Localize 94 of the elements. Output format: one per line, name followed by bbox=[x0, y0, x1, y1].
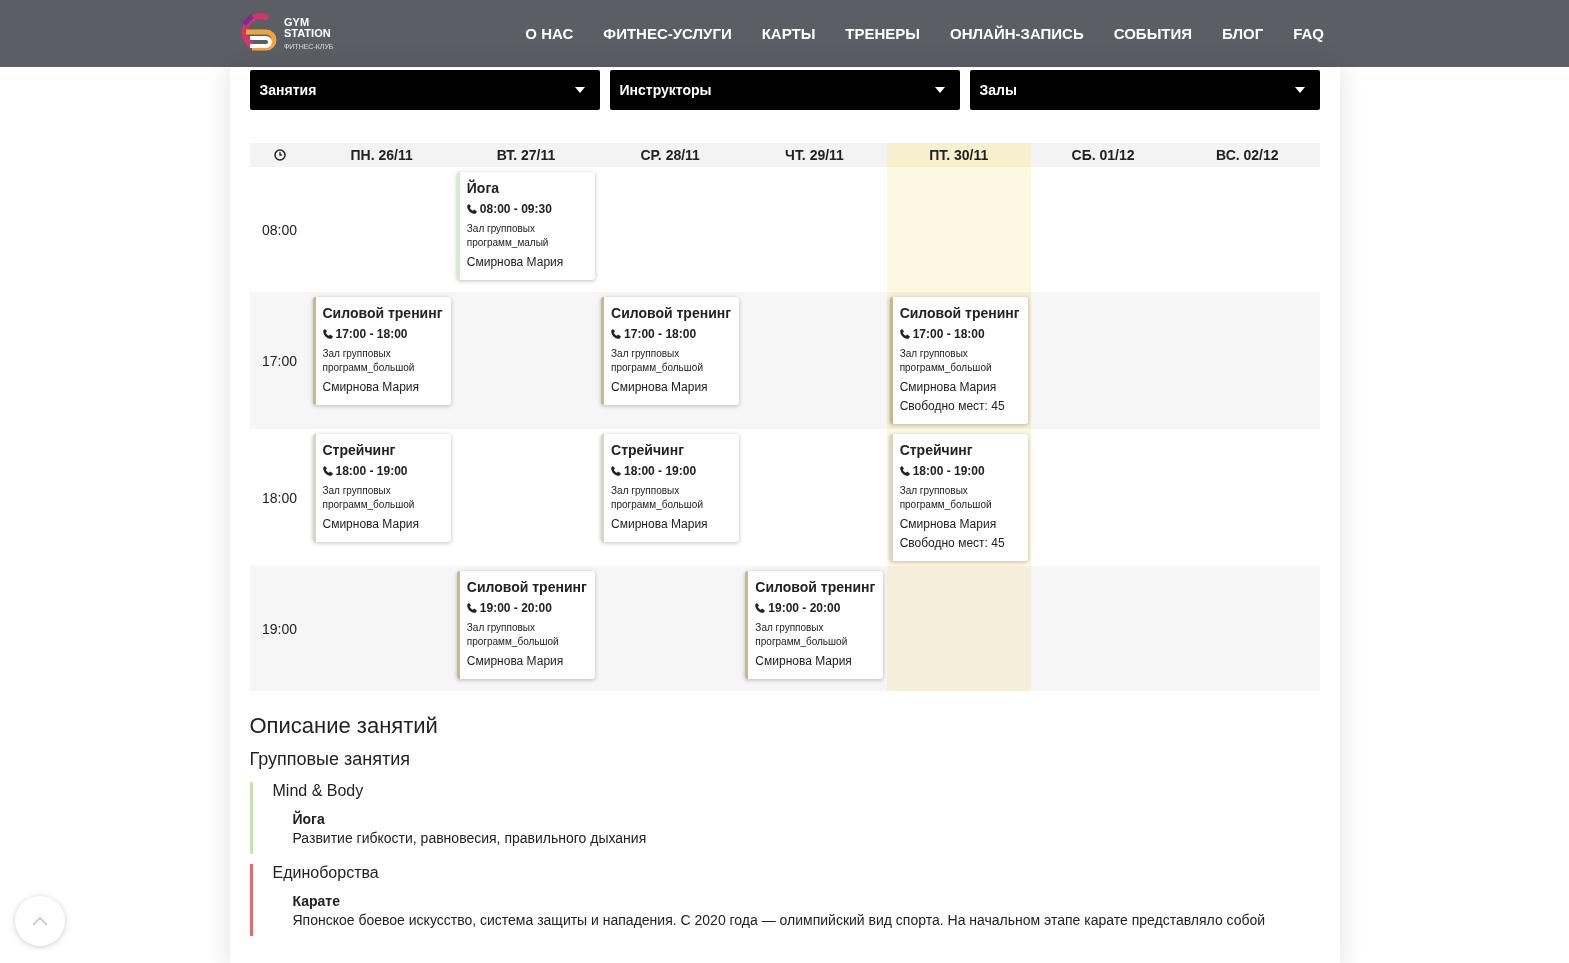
nav-link[interactable]: FAQ bbox=[1293, 25, 1324, 42]
class-instructor: Смирнова Мария bbox=[755, 654, 853, 668]
class-card[interactable]: Силовой тренинг 19:00 - 20:00 Зал групповых программ_большой Смирнова Мария bbox=[745, 571, 884, 679]
day-header: ВТ. 27/11 bbox=[495, 146, 557, 165]
class-hall: Зал групповых программ_большой bbox=[611, 484, 704, 512]
filter-dropdown[interactable]: Инструкторы bbox=[609, 70, 960, 110]
caret-icon bbox=[1294, 87, 1305, 93]
class-title: Силовой тренинг bbox=[466, 579, 588, 595]
class-hall: Зал групповых программ_большой bbox=[322, 484, 416, 512]
class-description: Развитие гибкости, равновесия, правильного дыхания bbox=[292, 830, 647, 846]
class-card[interactable]: Стрейчинг 18:00 - 19:00 Зал групповых программ_большой Смирнова Мария bbox=[601, 434, 740, 542]
class-instructor: Смирнова Мария bbox=[899, 517, 998, 531]
section-subtitle: Групповые занятия bbox=[249, 749, 412, 770]
class-instructor: Смирнова Мария bbox=[611, 380, 709, 394]
caret-icon bbox=[574, 87, 585, 93]
class-title: Йога bbox=[466, 180, 500, 196]
class-hall: Зал групповых программ_малый bbox=[466, 222, 550, 250]
time-label: 18:00 bbox=[261, 489, 297, 506]
logo-text: STATION bbox=[284, 28, 332, 40]
class-card[interactable]: Силовой тренинг 17:00 - 18:00 Зал групповых программ_большой Смирнова Мария bbox=[601, 297, 740, 405]
day-header: СБ. 01/12 bbox=[1070, 146, 1136, 165]
nav-link[interactable]: ФИТНЕС-УСЛУГИ bbox=[603, 25, 732, 42]
class-time: 17:00 - 18:00 bbox=[624, 327, 697, 341]
free-spots: Свободно мест: 45 bbox=[899, 536, 1006, 550]
nav-link[interactable]: БЛОГ bbox=[1222, 25, 1264, 42]
scroll-top-button[interactable] bbox=[15, 896, 65, 946]
class-title: Стрейчинг bbox=[611, 442, 685, 458]
phone-icon bbox=[466, 204, 477, 214]
class-time: 18:00 - 19:00 bbox=[335, 464, 408, 478]
day-header: СР. 28/11 bbox=[639, 146, 701, 165]
nav-link[interactable]: СОБЫТИЯ bbox=[1113, 25, 1193, 42]
time-label: 19:00 bbox=[261, 620, 297, 637]
chevron-up-icon bbox=[32, 916, 48, 926]
free-spots: Свободно мест: 45 bbox=[899, 399, 1006, 413]
class-time: 17:00 - 18:00 bbox=[335, 327, 408, 341]
phone-icon bbox=[322, 466, 333, 476]
phone-icon bbox=[899, 466, 910, 476]
class-time: 18:00 - 19:00 bbox=[912, 464, 985, 478]
class-title: Силовой тренинг bbox=[322, 305, 444, 321]
class-time: 19:00 - 20:00 bbox=[768, 601, 841, 615]
class-card[interactable]: Силовой тренинг 17:00 - 18:00 Зал групповых программ_большой Смирнова Мария Свободно мест: 45 bbox=[889, 297, 1028, 424]
nav-link[interactable]: ТРЕНЕРЫ bbox=[845, 25, 921, 42]
class-name: Йога bbox=[292, 811, 326, 827]
class-instructor: Смирнова Мария bbox=[611, 517, 709, 531]
class-instructor: Смирнова Мария bbox=[466, 255, 565, 269]
day-header: ПН. 26/11 bbox=[349, 146, 414, 165]
nav-link[interactable]: О НАС bbox=[525, 25, 574, 42]
class-card[interactable]: Силовой тренинг 19:00 - 20:00 Зал групповых программ_большой Смирнова Мария bbox=[456, 571, 595, 679]
class-name: Карате bbox=[292, 893, 341, 909]
phone-icon bbox=[899, 329, 910, 339]
filter-dropdown[interactable]: Занятия bbox=[249, 70, 600, 110]
class-hall: Зал групповых программ_большой bbox=[322, 347, 416, 375]
class-card[interactable]: Стрейчинг 18:00 - 19:00 Зал групповых программ_большой Смирнова Мария bbox=[312, 434, 451, 542]
class-hall: Зал групповых программ_большой bbox=[611, 347, 704, 375]
group-name: Mind & Body bbox=[272, 782, 365, 800]
time-label: 08:00 bbox=[261, 221, 297, 238]
class-hall: Зал групповых программ_большой bbox=[899, 484, 993, 512]
day-header: ЧТ. 29/11 bbox=[784, 146, 845, 165]
class-instructor: Смирнова Мария bbox=[466, 654, 565, 668]
class-description: Японское боевое искусство, система защиты и нападения. С 2020 года — олимпийский вид спорта. На начальном этапе карате представляло собой bbox=[292, 912, 1266, 928]
phone-icon bbox=[611, 329, 622, 339]
class-title: Стрейчинг bbox=[899, 442, 974, 458]
filter-dropdown[interactable]: Залы bbox=[969, 70, 1320, 110]
class-hall: Зал групповых программ_большой bbox=[755, 621, 849, 649]
class-time: 18:00 - 19:00 bbox=[624, 464, 697, 478]
nav-link[interactable]: КАРТЫ bbox=[761, 25, 816, 42]
clock-icon bbox=[273, 149, 286, 161]
phone-icon bbox=[611, 466, 622, 476]
section-title: Описание занятий bbox=[249, 713, 439, 739]
class-hall: Зал групповых программ_большой bbox=[466, 621, 560, 649]
logo-text: GYM bbox=[284, 16, 311, 29]
day-header: ПТ. 30/11 bbox=[886, 143, 1031, 167]
phone-icon bbox=[322, 329, 333, 339]
time-label: 17:00 bbox=[261, 352, 297, 369]
nav-link[interactable]: ОНЛАЙН-ЗАПИСЬ bbox=[950, 25, 1084, 42]
class-title: Силовой тренинг bbox=[611, 305, 733, 321]
class-instructor: Смирнова Мария bbox=[899, 380, 998, 394]
day-header: ВС. 02/12 bbox=[1215, 146, 1280, 165]
class-time: 08:00 - 09:30 bbox=[479, 202, 552, 216]
class-time: 17:00 - 18:00 bbox=[912, 327, 985, 341]
class-hall: Зал групповых программ_большой bbox=[899, 347, 993, 375]
class-instructor: Смирнова Мария bbox=[322, 517, 421, 531]
class-card[interactable]: Силовой тренинг 17:00 - 18:00 Зал групповых программ_большой Смирнова Мария bbox=[312, 297, 451, 405]
caret-icon bbox=[934, 87, 945, 93]
class-title: Силовой тренинг bbox=[755, 579, 877, 595]
class-instructor: Смирнова Мария bbox=[322, 380, 421, 394]
group-name: Единоборства bbox=[272, 864, 380, 882]
class-time: 19:00 - 20:00 bbox=[479, 601, 552, 615]
class-title: Силовой тренинг bbox=[899, 305, 1021, 321]
class-title: Стрейчинг bbox=[322, 442, 397, 458]
phone-icon bbox=[755, 603, 766, 613]
class-card[interactable]: Стрейчинг 18:00 - 19:00 Зал групповых программ_большой Смирнова Мария Свободно мест: 45 bbox=[889, 434, 1028, 561]
class-card[interactable]: Йога 08:00 - 09:30 Зал групповых программ_малый Смирнова Мария bbox=[456, 172, 595, 280]
phone-icon bbox=[466, 603, 477, 613]
